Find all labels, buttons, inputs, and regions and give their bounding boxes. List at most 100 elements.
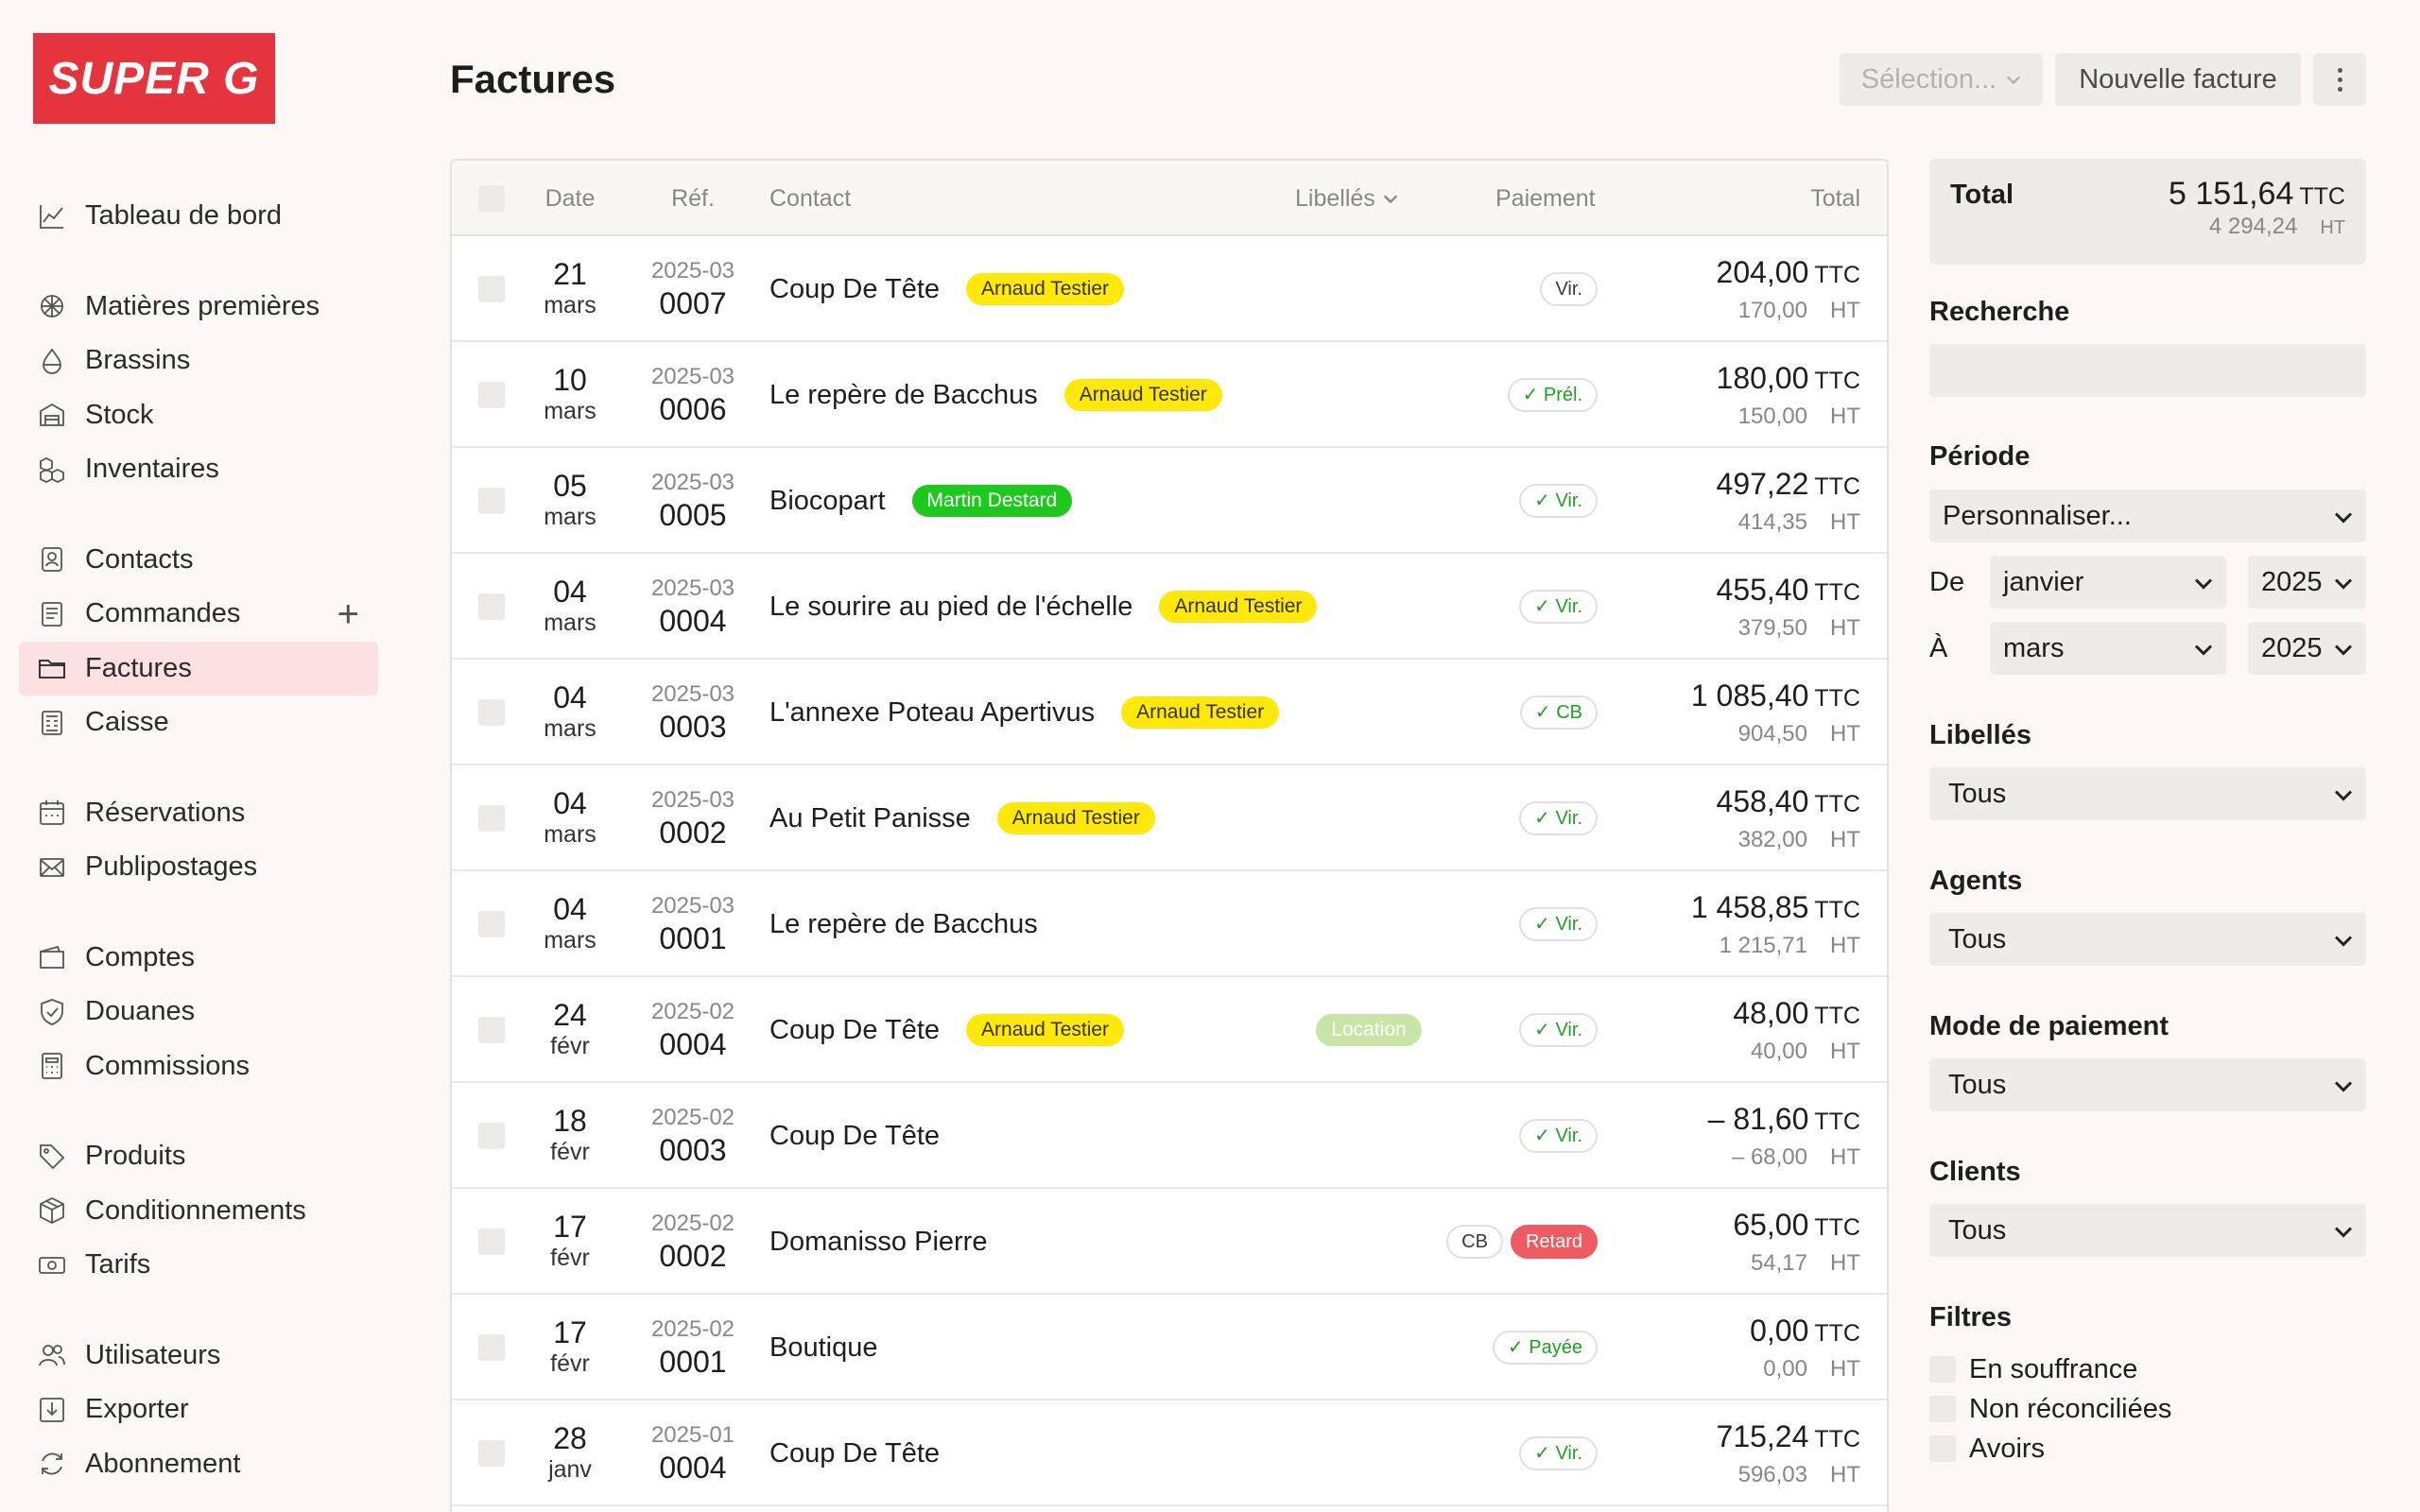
month: févr xyxy=(550,1033,590,1059)
row-checkbox[interactable] xyxy=(478,1334,505,1361)
row-checkbox[interactable] xyxy=(478,805,505,832)
to-month-select[interactable]: mars xyxy=(1990,622,2226,675)
amount-ht: 150,00 HT xyxy=(1717,400,1860,434)
more-options-button[interactable] xyxy=(2313,53,2366,106)
total-cell: 497,22 TTC 414,35 HT xyxy=(1717,465,1860,540)
contact-name[interactable]: L'annexe Poteau Apertivus xyxy=(769,697,1095,729)
amount-ttc: 455,40 TTC xyxy=(1717,571,1860,611)
sidebar-item-exporter[interactable]: Exporter xyxy=(19,1383,378,1437)
row-checkbox[interactable] xyxy=(478,699,505,726)
sidebar-item-brassins[interactable]: Brassins xyxy=(19,334,378,388)
contact-name[interactable]: Biocopart xyxy=(769,486,886,517)
sidebar-item-label: Contacts xyxy=(85,543,194,575)
sidebar-item-stock[interactable]: Stock xyxy=(19,388,378,443)
new-invoice-button[interactable]: Nouvelle facture xyxy=(2055,53,2301,106)
row-checkbox[interactable] xyxy=(478,593,505,620)
contact-name[interactable]: Le sourire au pied de l'échelle xyxy=(769,592,1132,623)
col-contact[interactable]: Contact xyxy=(769,161,851,236)
search-input[interactable] xyxy=(1929,344,2366,397)
sidebar-item-tableau-de-bord[interactable]: Tableau de bord xyxy=(19,189,378,244)
row-checkbox[interactable] xyxy=(478,488,505,514)
filter-non-reconciliees[interactable]: Non réconciliées xyxy=(1929,1393,2171,1425)
payment-mode-label: Mode de paiement xyxy=(1929,1011,2169,1041)
sidebar: Tableau de bord Matières premières Brassin… xyxy=(19,189,378,1512)
amount-ht: 170,00 HT xyxy=(1717,294,1860,328)
filter-en-souffrance[interactable]: En souffrance xyxy=(1929,1353,2137,1385)
row-checkbox[interactable] xyxy=(478,382,505,408)
contact-name[interactable]: Coup De Tête xyxy=(769,274,940,305)
table-row[interactable]: 04 mars 2025-03 0003 L'annexe Poteau Apertiv… xyxy=(452,660,1887,765)
col-total[interactable]: Total xyxy=(1810,161,1860,236)
table-row[interactable]: 21 mars 2025-03 0007 Coup De Tête Arnaud Test… xyxy=(452,236,1887,342)
sidebar-item-matieres-premieres[interactable]: Matières premières xyxy=(19,280,378,335)
sidebar-item-commandes[interactable]: Commandes + xyxy=(19,587,378,642)
contact-name[interactable]: Coup De Tête xyxy=(769,1015,940,1046)
sidebar-item-produits[interactable]: Produits xyxy=(19,1129,378,1184)
sidebar-item-publipostages[interactable]: Publipostages xyxy=(19,840,378,895)
sidebar-item-tarifs[interactable]: Tarifs xyxy=(19,1238,378,1293)
row-checkbox[interactable] xyxy=(478,1440,505,1467)
sidebar-item-inventaires[interactable]: Inventaires xyxy=(19,442,378,497)
col-date[interactable]: Date xyxy=(518,161,622,236)
table-row[interactable]: 04 mars 2025-03 0002 Au Petit Panisse Arnaud … xyxy=(452,765,1887,871)
add-order-button[interactable]: + xyxy=(337,595,359,633)
sidebar-item-factures[interactable]: Factures xyxy=(19,641,378,696)
table-row[interactable]: 04 mars 2025-03 0004 Le sourire au pied de l… xyxy=(452,554,1887,660)
date-cell: 28 janv xyxy=(518,1421,622,1484)
from-month-select[interactable]: janvier xyxy=(1990,556,2226,609)
selection-dropdown[interactable]: Sélection... xyxy=(1840,53,2043,106)
clients-select[interactable]: Tous xyxy=(1929,1204,2366,1257)
contact-name[interactable]: Le repère de Bacchus xyxy=(769,380,1038,411)
table-row[interactable]: 28 janv 2025-01 0004 Coup De Tête ✓ Vir. 715,2… xyxy=(452,1400,1887,1506)
col-labels[interactable]: Libellés xyxy=(1295,161,1398,236)
row-checkbox[interactable] xyxy=(478,911,505,937)
sidebar-item-comptes[interactable]: Comptes xyxy=(19,931,378,986)
contact-name[interactable]: Au Petit Panisse xyxy=(769,803,971,834)
filter-avoirs[interactable]: Avoirs xyxy=(1929,1433,2045,1465)
sidebar-item-abonnement[interactable]: Abonnement xyxy=(19,1437,378,1492)
filter-checkbox[interactable] xyxy=(1929,1435,1956,1462)
payment-mode-select[interactable]: Tous xyxy=(1929,1058,2366,1111)
chevron-down-icon xyxy=(2334,924,2353,955)
contact-name[interactable]: Coup De Tête xyxy=(769,1438,940,1469)
agents-select[interactable]: Tous xyxy=(1929,913,2366,966)
sidebar-item-conditionnements[interactable]: Conditionnements xyxy=(19,1184,378,1239)
row-checkbox[interactable] xyxy=(478,1228,505,1255)
col-ref[interactable]: Réf. xyxy=(622,161,764,236)
table-row[interactable]: 24 févr 2025-02 0004 Coup De Tête Arnaud Test… xyxy=(452,977,1887,1083)
nav-group: Tableau de bord xyxy=(19,189,378,244)
ref-cell: 2025-02 0004 xyxy=(622,998,764,1062)
table-row[interactable]: 10 mars 2025-03 0006 Le repère de Bacchus Arn… xyxy=(452,342,1887,448)
filter-checkbox[interactable] xyxy=(1929,1396,1956,1422)
table-row[interactable]: 17 févr 2025-02 0001 Boutique ✓ Payée 0,00 TTC 0… xyxy=(452,1295,1887,1400)
sidebar-item-commissions[interactable]: Commissions xyxy=(19,1040,378,1094)
col-payment[interactable]: Paiement xyxy=(1495,161,1596,236)
sidebar-item-utilisateurs[interactable]: Utilisateurs xyxy=(19,1329,378,1383)
contact-name[interactable]: Le repère de Bacchus xyxy=(769,909,1038,940)
sidebar-item-contacts[interactable]: Contacts xyxy=(19,533,378,588)
row-checkbox[interactable] xyxy=(478,1017,505,1043)
logo[interactable]: SUPER G xyxy=(33,33,275,124)
table-row[interactable]: 18 févr 2025-02 0003 Coup De Tête ✓ Vir. – 81,… xyxy=(452,1083,1887,1189)
cash-register-icon xyxy=(36,707,68,739)
table-row[interactable]: 04 mars 2025-03 0001 Le repère de Bacchus ✓ V… xyxy=(452,871,1887,977)
row-checkbox[interactable] xyxy=(478,276,505,302)
sidebar-item-reservations[interactable]: Réservations xyxy=(19,786,378,841)
contact-name[interactable]: Coup De Tête xyxy=(769,1121,940,1152)
ref-number: 0004 xyxy=(659,1027,727,1061)
contact-name[interactable]: Domanisso Pierre xyxy=(769,1227,987,1258)
filter-checkbox[interactable] xyxy=(1929,1356,1956,1383)
contact-name[interactable]: Boutique xyxy=(769,1332,878,1364)
labels-select[interactable]: Tous xyxy=(1929,767,2366,820)
to-year-select[interactable]: 2025 xyxy=(2248,622,2366,675)
agents-value: Tous xyxy=(1948,923,2007,954)
from-year-select[interactable]: 2025 xyxy=(2248,556,2366,609)
period-select[interactable]: Personnaliser... xyxy=(1929,490,2366,542)
sidebar-item-caisse[interactable]: Caisse xyxy=(19,696,378,750)
table-row[interactable]: 17 févr 2025-02 0002 Domanisso Pierre CB Retar… xyxy=(452,1189,1887,1295)
row-checkbox[interactable] xyxy=(478,1123,505,1149)
select-all-checkbox[interactable] xyxy=(478,185,505,212)
ht-unit: HT xyxy=(1830,404,1860,429)
table-row[interactable]: 05 mars 2025-03 0005 Biocopart Martin Destard… xyxy=(452,448,1887,554)
sidebar-item-douanes[interactable]: Douanes xyxy=(19,985,378,1040)
